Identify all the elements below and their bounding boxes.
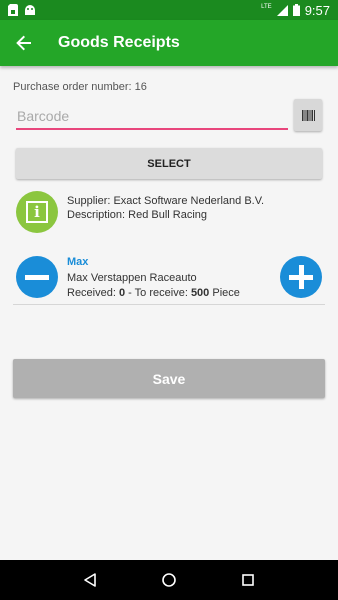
received-label: Received: xyxy=(67,287,119,299)
item-code: Max xyxy=(67,256,89,268)
select-button[interactable]: SELECT xyxy=(16,148,322,179)
android-icon xyxy=(25,5,35,15)
barcode-icon xyxy=(301,109,315,121)
nav-back-button[interactable] xyxy=(70,560,110,600)
page-title: Goods Receipts xyxy=(58,34,180,51)
scan-barcode-button[interactable] xyxy=(294,99,322,131)
info-icon: i xyxy=(16,191,58,233)
item-description: Max Verstappen Raceauto xyxy=(67,272,197,284)
supplier-text: Supplier: Exact Software Nederland B.V. xyxy=(67,195,265,207)
minus-icon xyxy=(25,274,49,280)
status-bar: LTE 9:57 xyxy=(0,0,338,20)
status-time: 9:57 xyxy=(304,2,330,18)
increase-quantity-button[interactable] xyxy=(280,256,322,298)
arrow-left-icon xyxy=(16,35,31,51)
back-triangle-icon xyxy=(83,573,96,587)
system-nav-bar xyxy=(0,560,338,600)
network-type: LTE xyxy=(261,4,272,10)
home-circle-icon xyxy=(162,573,176,587)
purchase-order-label: Purchase order number: 16 xyxy=(13,81,147,93)
app-bar: Goods Receipts xyxy=(0,20,338,66)
battery-icon xyxy=(292,4,300,16)
save-button[interactable]: Save xyxy=(13,359,325,398)
item-quantity: Received: 0 - To receive: 500 Piece xyxy=(67,287,240,299)
info-glyph: i xyxy=(26,201,48,223)
unit-label: Piece xyxy=(209,287,240,299)
back-button[interactable] xyxy=(0,20,48,66)
status-left xyxy=(8,4,36,16)
to-receive-label: - To receive: xyxy=(125,287,191,299)
barcode-input[interactable] xyxy=(16,104,288,130)
signal-icon xyxy=(276,4,288,16)
nav-recents-button[interactable] xyxy=(228,560,268,600)
recents-square-icon xyxy=(242,574,255,586)
status-right: LTE 9:57 xyxy=(261,3,330,18)
item-divider xyxy=(13,304,325,305)
nav-home-button[interactable] xyxy=(149,560,189,600)
decrease-quantity-button[interactable] xyxy=(16,256,58,298)
sim-card-icon xyxy=(8,4,18,16)
to-receive-value: 500 xyxy=(190,287,210,299)
description-text: Description: Red Bull Racing xyxy=(67,209,208,221)
